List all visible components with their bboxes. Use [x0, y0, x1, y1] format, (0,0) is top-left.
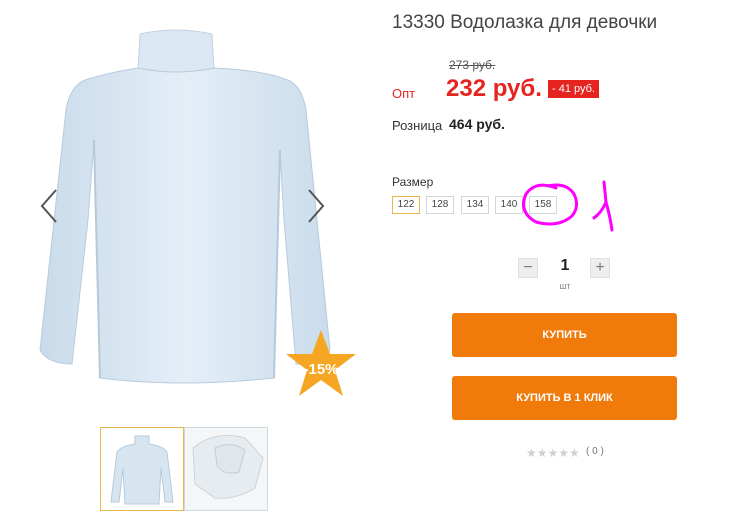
sale-badge-text: -15%	[303, 361, 338, 378]
buy-button[interactable]: КУПИТЬ	[452, 313, 677, 357]
wholesale-price: 232 руб.	[446, 75, 542, 102]
product-title: 13330 Водолазка для девочки	[392, 12, 658, 33]
thumbnail-1[interactable]	[100, 427, 184, 511]
size-option-128[interactable]: 128	[426, 196, 454, 214]
discount-badge: - 41 руб.	[548, 80, 599, 98]
retail-price: 464 руб.	[449, 116, 505, 132]
sale-badge: -15%	[286, 330, 356, 396]
size-option-134[interactable]: 134	[461, 196, 489, 214]
rating-stars[interactable]: ★★★★★	[526, 446, 580, 460]
quantity-value[interactable]: 1	[552, 257, 578, 275]
size-option-158[interactable]: 158	[529, 196, 557, 214]
thumbnail-1-image	[110, 435, 174, 505]
thumbnail-2-image	[185, 428, 267, 510]
thumbnail-2[interactable]	[184, 427, 268, 511]
size-option-140[interactable]: 140	[495, 196, 523, 214]
arrow-left-icon[interactable]	[38, 188, 60, 224]
size-label: Размер	[392, 175, 434, 189]
old-price: 273 руб.	[449, 58, 496, 72]
size-option-122[interactable]: 122	[392, 196, 420, 214]
arrow-right-icon[interactable]	[305, 188, 327, 224]
quantity-decrease-button[interactable]: −	[518, 258, 538, 278]
wholesale-label: Опт	[392, 86, 416, 101]
buy-one-click-button[interactable]: КУПИТЬ В 1 КЛИК	[452, 376, 677, 420]
review-count[interactable]: ( 0 )	[586, 446, 604, 457]
quantity-unit: шт	[559, 281, 571, 291]
retail-label: Розница	[392, 118, 443, 133]
quantity-increase-button[interactable]: +	[590, 258, 610, 278]
